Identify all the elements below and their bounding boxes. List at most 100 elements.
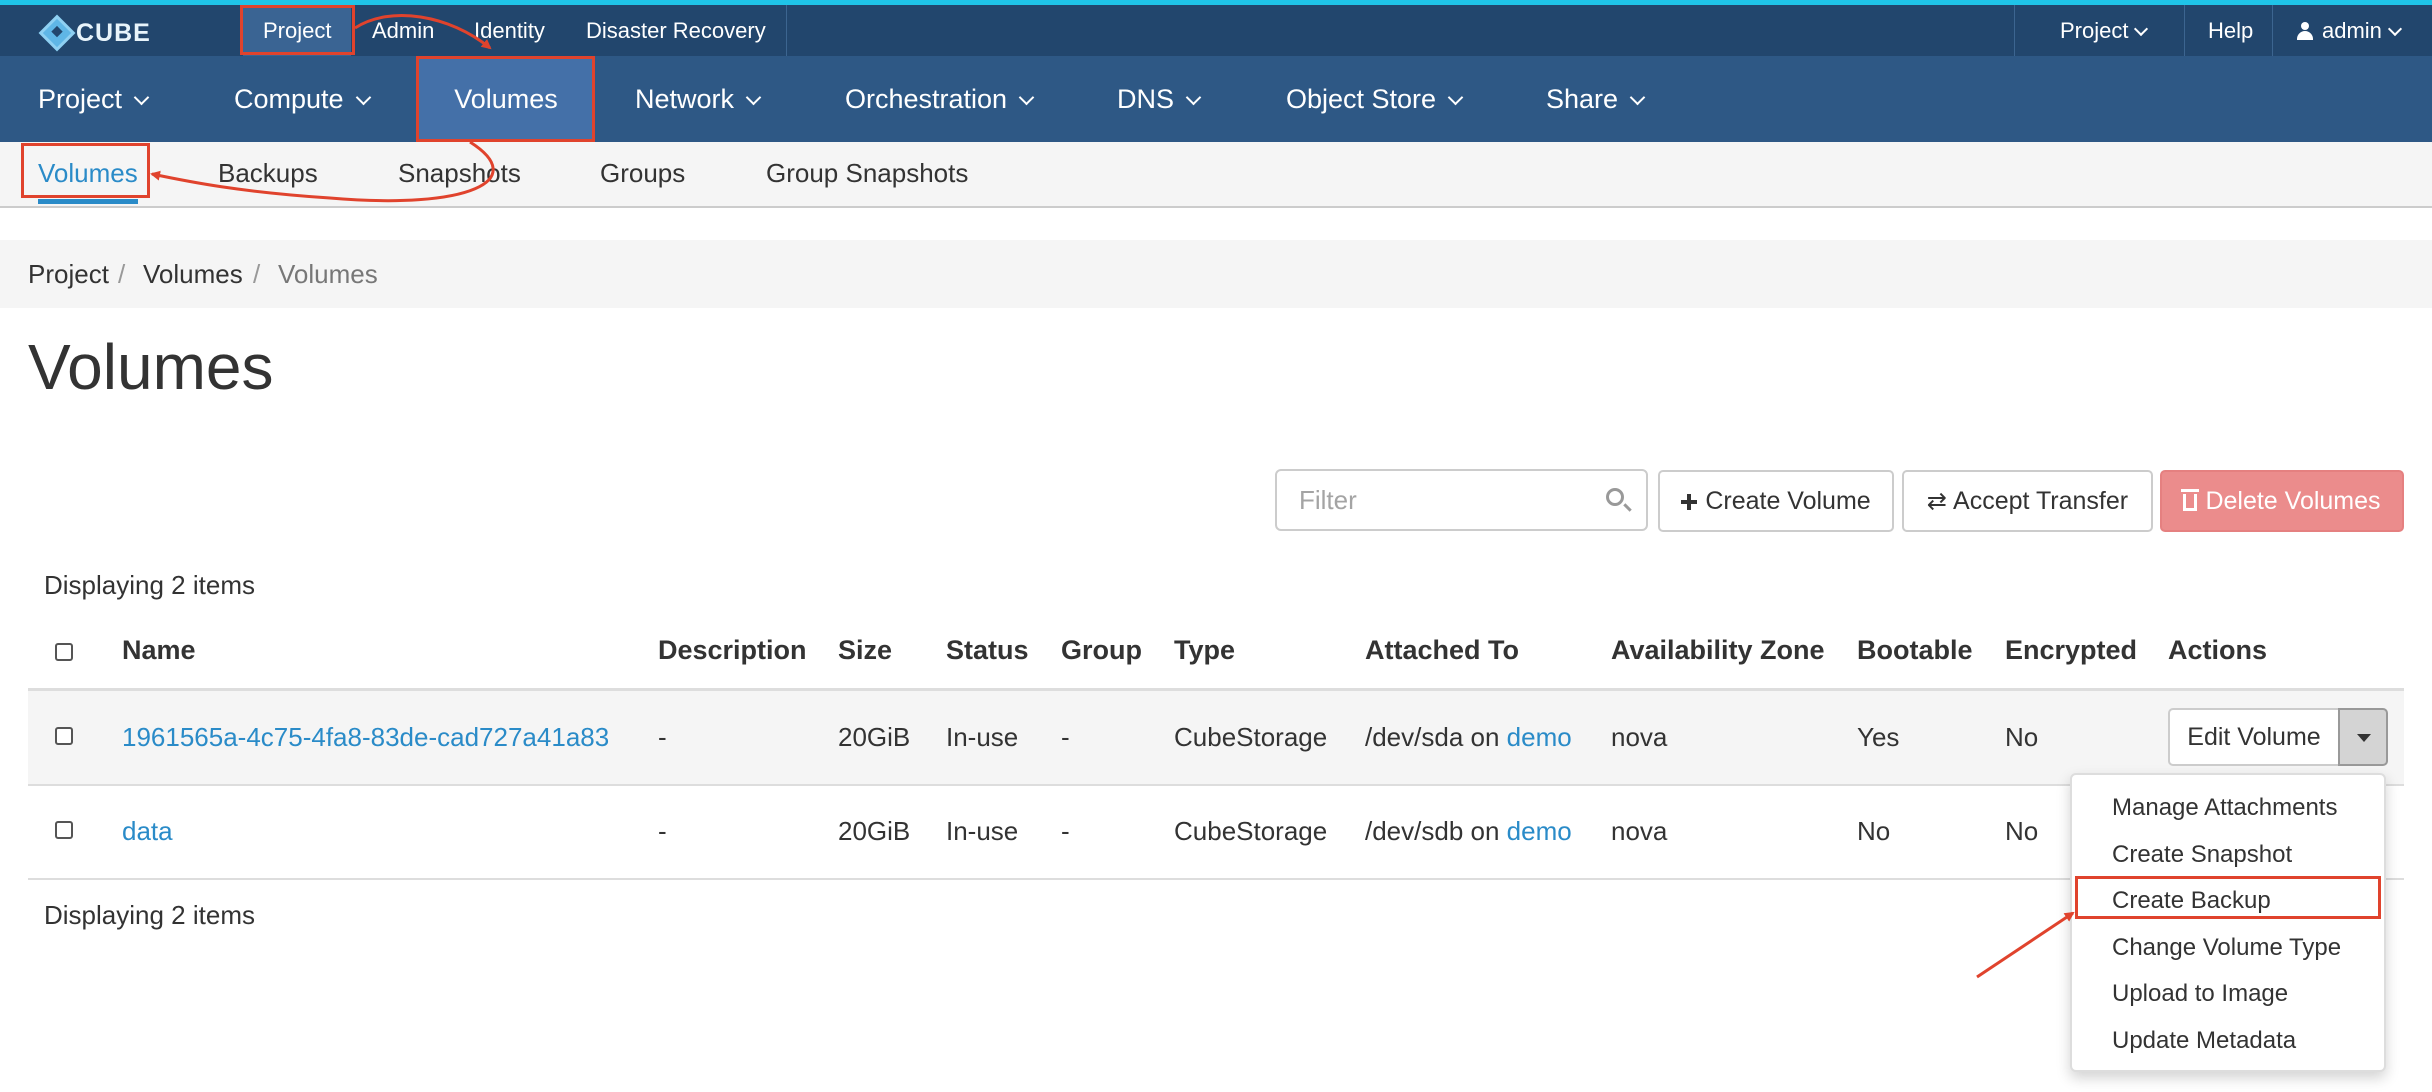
nav-object-store-label: Object Store	[1286, 84, 1437, 114]
column-header-group[interactable]: Group	[1061, 635, 1142, 666]
menu-item-change-volume-type[interactable]: Change Volume Type	[2112, 934, 2341, 962]
chevron-down-icon	[1185, 89, 1202, 106]
project-switcher-label: Project	[2060, 18, 2129, 43]
column-header-size[interactable]: Size	[838, 635, 892, 666]
volume-size: 20GiB	[838, 722, 911, 752]
nav-orchestration[interactable]: Orchestration	[845, 56, 1035, 142]
column-header-actions: Actions	[2168, 635, 2268, 665]
volume-description: -	[658, 816, 667, 846]
create-volume-button[interactable]: Create Volume	[1658, 470, 1894, 532]
nav-dns[interactable]: DNS	[1117, 56, 1202, 142]
help-link[interactable]: Help	[2188, 5, 2273, 56]
item-count-bottom: Displaying 2 items	[44, 900, 255, 930]
menu-item-create-snapshot[interactable]: Create Snapshot	[2112, 841, 2292, 869]
project-switcher[interactable]: Project	[2048, 5, 2158, 56]
create-volume-label: Create Volume	[1705, 487, 1871, 515]
row-checkbox[interactable]	[55, 821, 73, 839]
row-divider	[28, 784, 2404, 786]
page-title: Volumes	[28, 331, 274, 403]
actions-dropdown-menu: Manage Attachments Create Snapshot Creat…	[2070, 773, 2386, 1072]
subnav-snapshots[interactable]: Snapshots	[398, 142, 521, 204]
select-all-checkbox[interactable]	[55, 643, 73, 661]
volume-availability-zone: nova	[1611, 722, 1668, 752]
transfer-icon: ⇄	[1926, 488, 1948, 515]
main-nav: Project Compute Volumes Network Orchestr…	[0, 56, 2432, 142]
user-menu-label: admin	[2322, 18, 2382, 43]
user-menu[interactable]: admin	[2276, 5, 2420, 56]
nav-network[interactable]: Network	[635, 56, 762, 142]
menu-item-manage-attachments[interactable]: Manage Attachments	[2112, 794, 2337, 822]
volume-description: -	[658, 722, 667, 752]
nav-project-label: Project	[38, 84, 123, 114]
top-nav-disaster-recovery[interactable]: Disaster Recovery	[566, 5, 786, 56]
top-divider	[2272, 5, 2273, 56]
volume-availability-zone: nova	[1611, 816, 1668, 846]
chevron-down-icon	[1629, 89, 1646, 106]
breadcrumb-current: Volumes	[278, 259, 378, 289]
breadcrumb-separator: /	[118, 259, 126, 289]
column-header-type[interactable]: Type	[1174, 635, 1235, 666]
column-header-bootable[interactable]: Bootable	[1857, 635, 1973, 666]
column-header-availability-zone[interactable]: Availability Zone	[1611, 635, 1825, 666]
breadcrumb-separator: /	[253, 259, 261, 289]
row-divider	[28, 878, 2404, 880]
logo-text: CUBE	[76, 18, 151, 47]
volume-group: -	[1061, 722, 1070, 752]
menu-item-upload-to-image[interactable]: Upload to Image	[2112, 980, 2288, 1008]
nav-network-label: Network	[635, 84, 735, 114]
nav-dns-label: DNS	[1117, 84, 1175, 114]
breadcrumb-volumes[interactable]: Volumes	[143, 240, 243, 308]
annotation-box-volumes-tab	[21, 143, 150, 198]
annotation-box-project	[240, 5, 355, 55]
accept-transfer-button[interactable]: ⇄ Accept Transfer	[1902, 470, 2153, 532]
breadcrumb-project[interactable]: Project	[28, 240, 109, 308]
chevron-down-icon	[2387, 21, 2402, 37]
arrow-to-create-backup	[1976, 911, 2075, 979]
nav-orchestration-label: Orchestration	[845, 84, 1008, 114]
nav-project[interactable]: Project	[38, 56, 150, 142]
chevron-down-icon	[1018, 89, 1035, 106]
search-icon[interactable]	[1606, 488, 1624, 506]
volume-group: -	[1061, 816, 1070, 846]
volume-bootable: No	[1857, 816, 1891, 846]
annotation-box-volumes-nav	[416, 56, 595, 142]
row-checkbox[interactable]	[55, 727, 73, 745]
filter-input[interactable]	[1275, 469, 1648, 531]
volume-name-link[interactable]: 1961565a-4c75-4fa8-83de-cad727a41a83	[122, 722, 609, 753]
chevron-down-icon	[355, 89, 371, 106]
column-header-encrypted[interactable]: Encrypted	[2005, 635, 2137, 666]
subnav-backups[interactable]: Backups	[218, 142, 318, 204]
top-nav-admin[interactable]: Admin	[352, 5, 454, 56]
volume-status: In-use	[946, 722, 1019, 752]
delete-volumes-button[interactable]: Delete Volumes	[2160, 470, 2404, 532]
volume-name-link[interactable]: data	[122, 816, 173, 847]
menu-item-update-metadata[interactable]: Update Metadata	[2112, 1027, 2296, 1055]
nav-object-store[interactable]: Object Store	[1286, 56, 1464, 142]
nav-compute[interactable]: Compute	[234, 56, 371, 142]
column-header-name[interactable]: Name	[122, 635, 196, 666]
edit-volume-button[interactable]: Edit Volume	[2168, 708, 2340, 766]
volume-attached-to: /dev/sda on demo	[1365, 722, 1572, 753]
chevron-down-icon	[133, 89, 150, 106]
column-header-description[interactable]: Description	[658, 635, 807, 666]
logo[interactable]: CUBE	[38, 14, 151, 52]
instance-link[interactable]: demo	[1507, 816, 1572, 846]
nav-share[interactable]: Share	[1546, 56, 1646, 142]
top-bar: CUBE Project Admin Identity Disaster Rec…	[0, 0, 2432, 56]
volume-bootable: Yes	[1857, 722, 1900, 752]
nav-compute-label: Compute	[234, 84, 344, 114]
top-divider	[2184, 5, 2185, 56]
instance-link[interactable]: demo	[1507, 722, 1572, 752]
actions-dropdown-toggle[interactable]	[2338, 708, 2388, 766]
volume-encrypted: No	[2005, 816, 2039, 846]
annotation-box-create-backup	[2075, 876, 2381, 919]
column-header-status[interactable]: Status	[946, 635, 1029, 666]
subnav-group-snapshots[interactable]: Group Snapshots	[766, 142, 968, 204]
chevron-down-icon	[1447, 89, 1464, 106]
chevron-down-icon	[745, 89, 762, 106]
top-nav-identity[interactable]: Identity	[454, 5, 565, 56]
column-header-attached-to[interactable]: Attached To	[1365, 635, 1519, 666]
breadcrumb: Project / Volumes / Volumes	[0, 240, 2432, 308]
volume-encrypted: No	[2005, 722, 2039, 752]
subnav-groups[interactable]: Groups	[600, 142, 685, 204]
